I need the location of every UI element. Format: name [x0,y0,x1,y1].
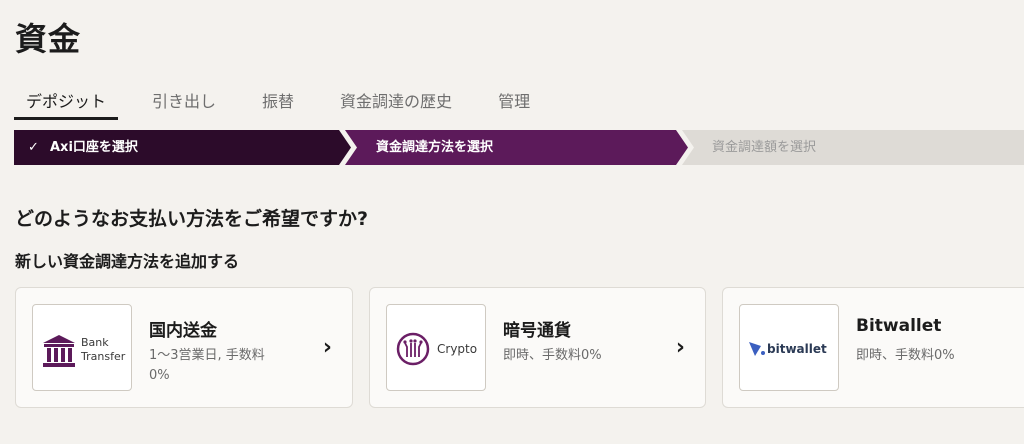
progress-stepper: ✓ Axi口座を選択 資金調達方法を選択 資金調達額を選択 [14,130,1024,165]
method-title: Bitwallet [856,316,942,336]
step-2-label: 資金調達方法を選択 [376,140,494,155]
step-3-label: 資金調達額を選択 [712,140,817,155]
tab-transfer[interactable]: 振替 [250,78,306,120]
bank-icon [43,335,75,367]
bitwallet-logo: bitwallet [739,304,839,391]
payment-question: どのようなお支払い方法をご希望ですか? [15,208,369,230]
add-method-heading: 新しい資金調達方法を追加する [15,252,240,271]
bank-icon-label-1: Bank [81,336,109,349]
bank-icon-label-2: Transfer [81,350,126,363]
page-title: 資金 [15,20,82,58]
method-card-bitwallet[interactable]: bitwallet Bitwallet 即時、手数料0% [722,287,1024,408]
tab-withdraw[interactable]: 引き出し [140,78,228,120]
stepper-arrows [14,130,1024,165]
method-desc: 即時、手数料0% [503,348,602,363]
method-desc: 即時、手数料0% [856,348,955,363]
chevron-right-icon: › [322,335,332,360]
crypto-logo: Crypto [386,304,486,391]
tab-manage[interactable]: 管理 [486,78,542,120]
bank-transfer-logo: Bank Transfer [32,304,132,391]
crypto-icon-label: Crypto [437,342,478,356]
chevron-right-icon: › [675,335,685,360]
step-1-label: Axi口座を選択 [50,140,138,155]
method-card-crypto[interactable]: Crypto 暗号通貨 即時、手数料0% › [369,287,706,408]
method-card-bank-transfer[interactable]: Bank Transfer 国内送金 1〜3営業日, 手数料0% › [15,287,353,408]
funding-tabs: デポジット 引き出し 振替 資金調達の歴史 管理 [14,78,564,120]
method-desc: 1〜3営業日, 手数料0% [149,348,265,383]
check-icon: ✓ [28,140,39,155]
bitwallet-logo-text: bitwallet [767,342,827,356]
method-title: 国内送金 [149,321,217,341]
crypto-icon [396,332,430,366]
method-title: 暗号通貨 [503,321,571,341]
tab-deposit[interactable]: デポジット [14,78,119,120]
bitwallet-icon [749,342,765,356]
tab-funding-history[interactable]: 資金調達の歴史 [328,78,464,120]
